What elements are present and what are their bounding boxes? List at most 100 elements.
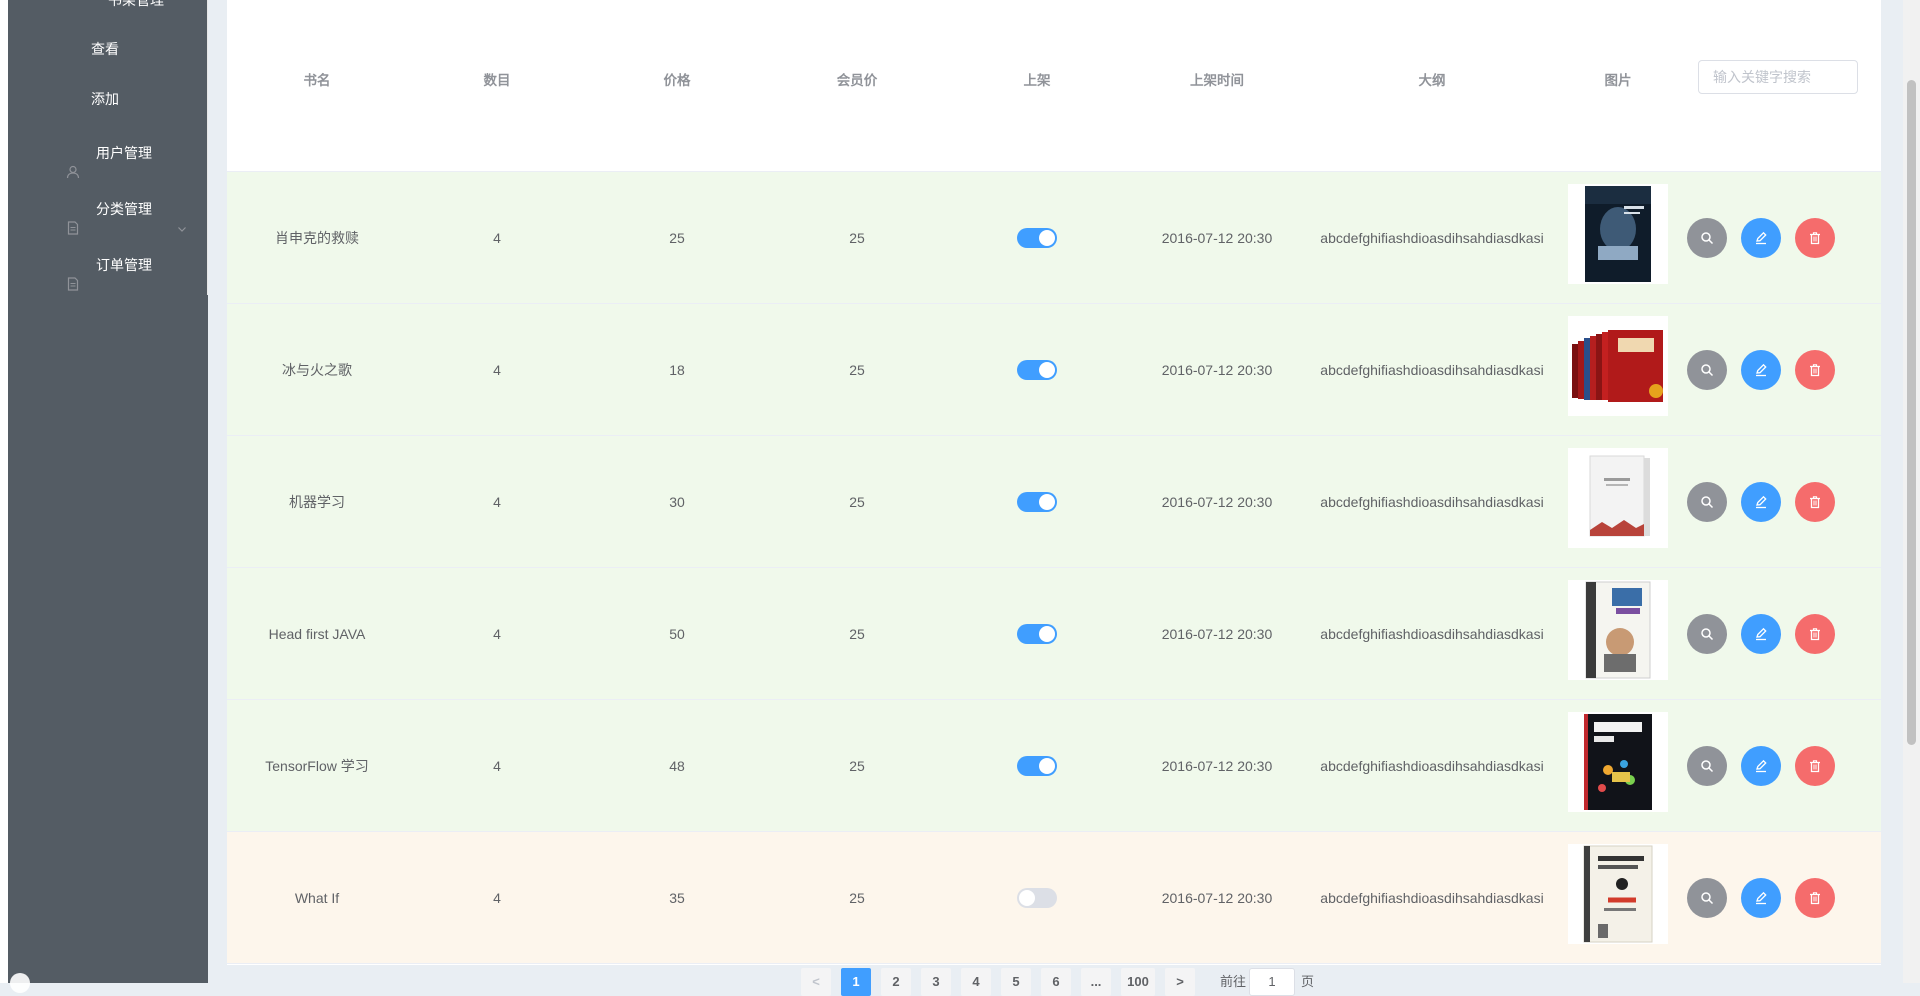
search-input[interactable] — [1698, 60, 1858, 94]
delete-icon — [1810, 364, 1820, 377]
edit-icon — [1756, 363, 1767, 377]
book-name: Head first JAVA — [268, 626, 366, 642]
page-button[interactable]: 1 — [841, 968, 871, 996]
user-icon — [66, 146, 80, 179]
sidebar-item-label: 分类管理 — [96, 201, 152, 217]
sidebar-item-label: 用户管理 — [96, 145, 152, 161]
delete-button[interactable] — [1795, 482, 1835, 522]
listed-toggle[interactable] — [1017, 228, 1057, 248]
page-button[interactable]: 6 — [1041, 968, 1071, 996]
delete-icon — [1810, 496, 1820, 509]
edit-button[interactable] — [1741, 218, 1781, 258]
column-header-listed[interactable]: 上架 — [947, 71, 1127, 91]
book-name: What If — [294, 890, 340, 906]
delete-button[interactable] — [1795, 218, 1835, 258]
sidebar-subitem-label: 添加 — [91, 91, 119, 107]
delete-button[interactable] — [1795, 878, 1835, 918]
edit-icon — [1756, 495, 1767, 509]
toggle-knob — [1039, 494, 1055, 510]
listed-toggle[interactable] — [1017, 888, 1057, 908]
toggle-knob — [1039, 626, 1055, 642]
next-page-button[interactable]: > — [1165, 968, 1195, 996]
toggle-knob — [1039, 362, 1055, 378]
column-header-listed-time[interactable]: 上架时间 — [1127, 71, 1307, 91]
more-pages-button[interactable]: ... — [1081, 968, 1111, 996]
main-content: 书名 数目 价格 会员价 上架 上架时间 大纲 图片 肖申克的救赎 4 25 2… — [227, 0, 1881, 996]
search-icon — [1701, 232, 1714, 245]
book-cover-image — [1568, 448, 1668, 548]
page-button[interactable]: 2 — [881, 968, 911, 996]
book-member-price: 25 — [849, 890, 865, 906]
delete-button[interactable] — [1795, 614, 1835, 654]
view-button[interactable] — [1687, 878, 1727, 918]
book-count: 4 — [493, 626, 501, 642]
column-header-image[interactable]: 图片 — [1557, 71, 1679, 91]
book-price: 30 — [669, 494, 685, 510]
search-icon — [1701, 496, 1714, 509]
view-button[interactable] — [1687, 614, 1727, 654]
book-price: 18 — [669, 362, 685, 378]
delete-button[interactable] — [1795, 746, 1835, 786]
table-header: 书名 数目 价格 会员价 上架 上架时间 大纲 图片 — [227, 0, 1881, 172]
page-button[interactable]: 100 — [1121, 968, 1155, 996]
book-name: TensorFlow 学习 — [265, 758, 369, 774]
table-row: What If 4 35 25 2016-07-12 20:30 abcdefg… — [227, 832, 1881, 964]
book-count: 4 — [493, 362, 501, 378]
search-icon — [1701, 892, 1714, 905]
sidebar-item-categories[interactable]: 分类管理 — [8, 181, 208, 237]
edit-button[interactable] — [1741, 482, 1781, 522]
listed-toggle[interactable] — [1017, 360, 1057, 380]
edit-button[interactable] — [1741, 878, 1781, 918]
table-row: 机器学习 4 30 25 2016-07-12 20:30 abcdefghif… — [227, 436, 1881, 568]
column-header-member-price[interactable]: 会员价 — [767, 71, 947, 91]
page-button[interactable]: 3 — [921, 968, 951, 996]
book-cover-image — [1568, 844, 1668, 944]
sidebar-subitem-add[interactable]: 添加 — [8, 74, 208, 124]
table-row: TensorFlow 学习 4 48 25 2016-07-12 20:30 a… — [227, 700, 1881, 832]
column-header-name[interactable]: 书名 — [227, 71, 407, 91]
view-button[interactable] — [1687, 350, 1727, 390]
view-button[interactable] — [1687, 482, 1727, 522]
sidebar-item-users[interactable]: 用户管理 — [8, 125, 208, 181]
book-outline: abcdefghifiashdioasdihsahdiasdkasi — [1320, 758, 1544, 774]
page-unit-label: 页 — [1301, 974, 1315, 989]
listed-toggle[interactable] — [1017, 624, 1057, 644]
sidebar-group-label: 书架管理 — [108, 0, 164, 8]
view-button[interactable] — [1687, 746, 1727, 786]
edit-button[interactable] — [1741, 350, 1781, 390]
book-cover-image — [1568, 316, 1668, 416]
listed-time: 2016-07-12 20:30 — [1161, 230, 1273, 246]
left-gutter — [0, 0, 8, 983]
goto-page-input[interactable]: 1 — [1249, 968, 1295, 996]
book-count: 4 — [493, 890, 501, 906]
edit-button[interactable] — [1741, 614, 1781, 654]
sidebar-subitem-view[interactable]: 查看 — [8, 24, 208, 74]
table-row: 冰与火之歌 4 18 25 2016-07-12 20:30 abcdefghi… — [227, 304, 1881, 436]
delete-button[interactable] — [1795, 350, 1835, 390]
edit-button[interactable] — [1741, 746, 1781, 786]
toggle-knob — [1039, 758, 1055, 774]
pagination: < 1 2 3 4 5 6 ... 100 > 前往 1 页 — [227, 966, 1881, 996]
scrollbar-thumb[interactable] — [1907, 80, 1916, 745]
page-button[interactable]: 5 — [1001, 968, 1031, 996]
book-cover-image — [1568, 580, 1668, 680]
book-count: 4 — [493, 758, 501, 774]
column-header-price[interactable]: 价格 — [587, 71, 767, 91]
sidebar-group-bookshelf[interactable]: 书架管理 — [8, 0, 208, 25]
view-button[interactable] — [1687, 218, 1727, 258]
listed-toggle[interactable] — [1017, 756, 1057, 776]
sidebar: 书架管理 查看 添加 用户管理 分类管理 订单管理 — [8, 0, 208, 983]
book-cover-image — [1568, 184, 1668, 284]
listed-toggle[interactable] — [1017, 492, 1057, 512]
column-header-count[interactable]: 数目 — [407, 71, 587, 91]
books-table: 书名 数目 价格 会员价 上架 上架时间 大纲 图片 肖申克的救赎 4 25 2… — [227, 0, 1881, 965]
column-header-outline[interactable]: 大纲 — [1307, 71, 1557, 91]
book-member-price: 25 — [849, 230, 865, 246]
toggle-knob — [1019, 890, 1035, 906]
page-button[interactable]: 4 — [961, 968, 991, 996]
table-row: Head first JAVA 4 50 25 2016-07-12 20:30… — [227, 568, 1881, 700]
edit-icon — [1756, 891, 1767, 905]
prev-page-button[interactable]: < — [801, 968, 831, 996]
book-count: 4 — [493, 230, 501, 246]
sidebar-item-orders[interactable]: 订单管理 — [8, 237, 208, 293]
